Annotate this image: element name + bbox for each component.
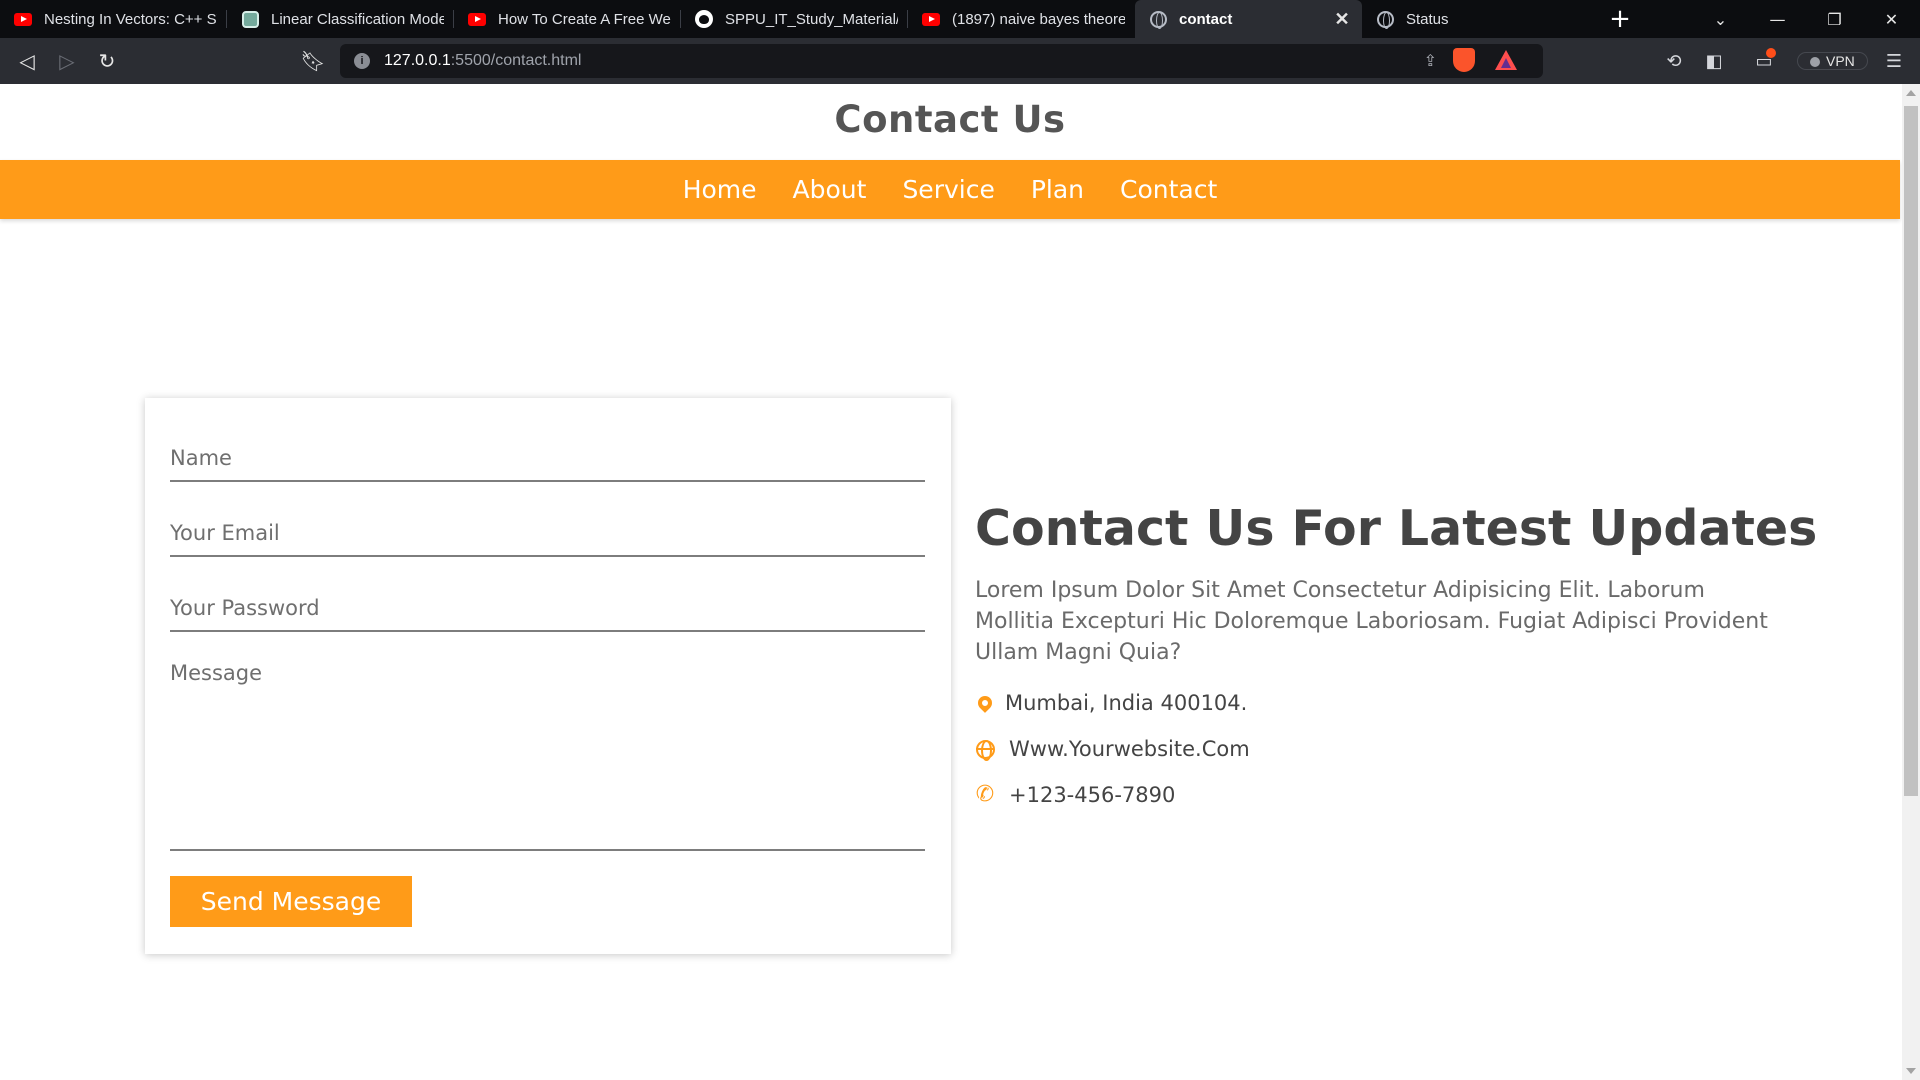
message-field[interactable]: Message — [170, 661, 925, 851]
tab-search-chevron-icon[interactable]: ⌄ — [1692, 0, 1749, 38]
tab-title: (1897) naive bayes theorem — [952, 10, 1125, 28]
tab-nesting-in-vectors[interactable]: Nesting In Vectors: C++ STL — [0, 0, 227, 38]
window-controls: ⌄ — ❐ ✕ — [1692, 0, 1920, 38]
url-host: 127.0.0.1 — [384, 52, 451, 69]
globe-icon — [1149, 10, 1167, 29]
tab-contact[interactable]: contact ✕ — [1135, 0, 1362, 38]
nav-link-contact[interactable]: Contact — [1120, 175, 1217, 204]
address-text: Mumbai, India 400104. — [1005, 691, 1248, 715]
forward-icon[interactable]: ▷ — [47, 43, 87, 79]
vpn-button[interactable]: VPN — [1797, 44, 1868, 78]
nav-link-plan[interactable]: Plan — [1031, 175, 1084, 204]
leo-ai-icon[interactable]: ⟲ — [1658, 44, 1690, 78]
name-field[interactable]: Name — [170, 446, 925, 482]
url-path: :5500/contact.html — [450, 52, 582, 69]
tab-sppu-study-material[interactable]: SPPU_IT_Study_Material/TE — [681, 0, 908, 38]
minimize-icon[interactable]: — — [1749, 0, 1806, 38]
info-heading: Contact Us For Latest Updates — [975, 500, 1818, 557]
send-message-button[interactable]: Send Message — [170, 876, 412, 927]
tab-title: SPPU_IT_Study_Material/TE — [725, 10, 898, 28]
brave-shields-icon[interactable] — [1453, 48, 1475, 72]
nav-link-home[interactable]: Home — [683, 175, 757, 204]
browser-tab-bar: Nesting In Vectors: C++ STL Linear Class… — [0, 0, 1920, 38]
browser-toolbar: ◁ ▷ ↻ 🔖︎ i 127.0.0.1:5500/contact.html ⇪… — [0, 38, 1920, 84]
contact-info: Contact Us For Latest Updates Lorem Ipsu… — [975, 500, 1818, 810]
nav-link-about[interactable]: About — [793, 175, 867, 204]
scroll-up-icon[interactable] — [1906, 90, 1916, 96]
info-description: Lorem Ipsum Dolor Sit Amet Consectetur A… — [975, 578, 1768, 665]
tab-naive-bayes[interactable]: (1897) naive bayes theorem — [908, 0, 1135, 38]
notification-dot — [1766, 48, 1776, 58]
restore-icon[interactable]: ❐ — [1806, 0, 1863, 38]
phone-icon: ✆ — [975, 782, 995, 807]
scroll-down-icon[interactable] — [1906, 1068, 1916, 1074]
bookmark-icon[interactable]: 🔖︎ — [293, 43, 333, 79]
vpn-pill: VPN — [1797, 52, 1868, 70]
address-bar[interactable]: i 127.0.0.1:5500/contact.html ⇪ — [340, 44, 1543, 78]
youtube-icon — [14, 10, 32, 28]
page-title: Contact Us — [834, 98, 1066, 141]
website-text: Www.Yourwebsite.Com — [1009, 737, 1250, 761]
brave-rewards-icon[interactable] — [1495, 50, 1517, 70]
tab-title: contact — [1179, 10, 1233, 28]
wallet-icon[interactable]: ▭ — [1744, 44, 1784, 78]
share-icon[interactable]: ⇪ — [1424, 51, 1437, 71]
main-navbar: Home About Service Plan Contact — [0, 160, 1900, 219]
site-info-icon[interactable]: i — [354, 53, 370, 69]
globe-icon — [1376, 10, 1394, 29]
close-window-icon[interactable]: ✕ — [1863, 0, 1920, 38]
page-scrollbar[interactable] — [1902, 84, 1920, 1080]
tab-title: Linear Classification Models — [271, 10, 444, 28]
new-tab-button[interactable]: + — [1597, 0, 1643, 38]
tab-status[interactable]: Status — [1362, 0, 1589, 38]
menu-icon[interactable]: ☰ — [1878, 44, 1910, 78]
close-tab-icon[interactable]: ✕ — [1332, 9, 1352, 30]
email-field[interactable]: Your Email — [170, 521, 925, 557]
map-marker-icon — [975, 692, 995, 714]
contact-form: Name Your Email Your Password Message Se… — [145, 398, 951, 954]
vpn-status-icon — [1810, 57, 1820, 67]
phone-line: ✆ +123-456-7890 — [975, 780, 1805, 810]
tab-title: How To Create A Free Website — [498, 10, 671, 28]
website-line: Www.Yourwebsite.Com — [975, 734, 1805, 764]
vpn-label: VPN — [1826, 53, 1855, 69]
tab-create-free-website[interactable]: How To Create A Free Website — [454, 0, 681, 38]
globe-icon — [975, 738, 995, 761]
chatgpt-icon — [241, 10, 259, 28]
github-icon — [695, 10, 713, 28]
youtube-icon — [922, 10, 940, 28]
tab-title: Status — [1406, 10, 1449, 28]
reload-icon[interactable]: ↻ — [87, 43, 127, 79]
scroll-thumb[interactable] — [1904, 106, 1918, 796]
sidebar-icon[interactable]: ◧ — [1698, 44, 1730, 78]
address-line: Mumbai, India 400104. — [975, 688, 1805, 718]
tab-linear-classification[interactable]: Linear Classification Models — [227, 0, 454, 38]
tab-title: Nesting In Vectors: C++ STL — [44, 10, 217, 28]
nav-link-service[interactable]: Service — [902, 175, 994, 204]
youtube-icon — [468, 10, 486, 28]
page-viewport: Contact Us Home About Service Plan Conta… — [0, 84, 1920, 1080]
phone-text: +123-456-7890 — [1009, 783, 1176, 807]
back-icon[interactable]: ◁ — [7, 43, 47, 79]
password-field[interactable]: Your Password — [170, 596, 925, 632]
